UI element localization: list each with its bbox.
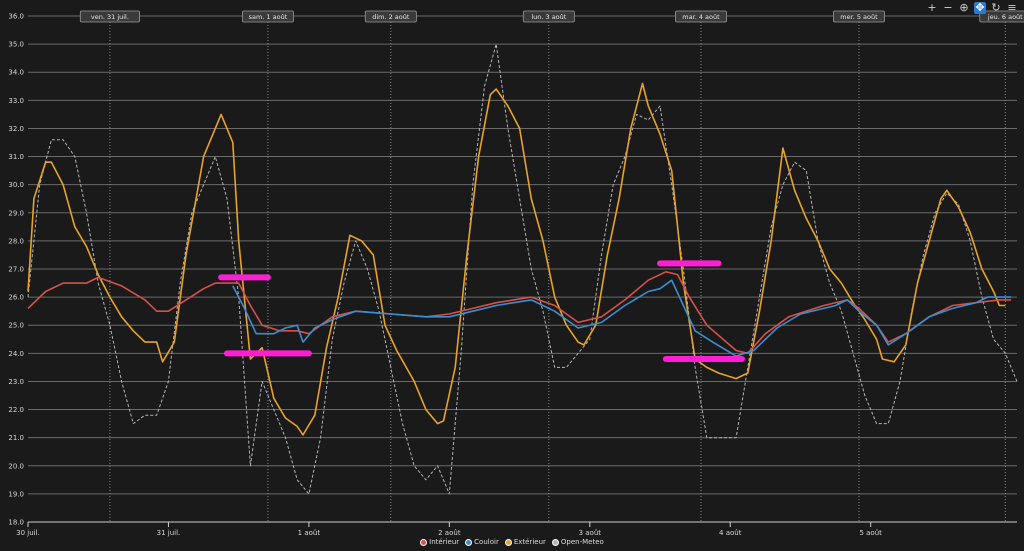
day-marker-label: mer. 5 août — [840, 13, 878, 21]
y-tick-label: 36.0 — [8, 13, 24, 21]
legend-marker — [465, 538, 473, 546]
legend-marker — [504, 538, 512, 546]
legend-label: Intérieur — [429, 538, 460, 546]
y-tick-label: 19.0 — [8, 490, 24, 498]
y-tick-label: 34.0 — [8, 69, 24, 77]
x-tick-label: 2 août — [438, 529, 461, 537]
y-tick-label: 35.0 — [8, 41, 24, 49]
chart-toolbar: + − ⊕ ✥ ↻ ≡ — [926, 2, 1018, 14]
day-markers: ven. 31 juil. sam. 1 août dim. 2 août lun. … — [79, 10, 1024, 522]
y-tick-label: 30.0 — [8, 181, 24, 189]
y-tick-label: 23.0 — [8, 378, 24, 386]
x-tick-label: 3 août — [579, 529, 602, 537]
legend-label: Extérieur — [513, 538, 546, 546]
y-tick-label: 33.0 — [8, 97, 24, 105]
legend-item-open-meteo[interactable]: Open-Meteo — [551, 538, 604, 546]
legend-marker — [420, 538, 428, 546]
y-tick-label: 22.0 — [8, 406, 24, 414]
x-tick-label: 4 août — [719, 529, 742, 537]
menu-icon[interactable]: ≡ — [1006, 2, 1018, 14]
zoom-in-icon[interactable]: + — [926, 2, 938, 14]
y-tick-label: 29.0 — [8, 209, 24, 217]
legend-item-exterieur[interactable]: Extérieur — [504, 538, 546, 546]
day-marker-label: mar. 4 août — [682, 13, 720, 21]
y-tick-label: 28.0 — [8, 237, 24, 245]
x-tick-label: 1 août — [298, 529, 321, 537]
y-tick-label: 20.0 — [8, 462, 24, 470]
series-line-int-rieur — [27, 271, 1012, 355]
zoom-icon[interactable]: ⊕ — [958, 2, 970, 14]
axes: 18.0 19.0 20.0 21.0 22.0 23.0 24.0 25.0 26.0 27.0… — [8, 13, 882, 538]
grid — [28, 15, 1017, 523]
day-marker-label: sam. 1 août — [249, 13, 288, 21]
chart-legend: Intérieur Couloir Extérieur Open-Meteo — [0, 538, 1024, 546]
legend-item-couloir[interactable]: Couloir — [465, 538, 499, 546]
y-tick-label: 25.0 — [8, 322, 24, 330]
y-tick-label: 26.0 — [8, 294, 24, 302]
legend-marker — [551, 538, 559, 546]
legend-item-interieur[interactable]: Intérieur — [420, 538, 459, 546]
legend-label: Open-Meteo — [560, 538, 604, 546]
day-marker-label: lun. 3 août — [531, 13, 566, 21]
y-tick-label: 27.0 — [8, 266, 24, 274]
y-tick-label: 31.0 — [8, 153, 24, 161]
series-line-couloir — [232, 279, 1012, 357]
highlight-markers — [218, 260, 745, 362]
day-marker-label: dim. 2 août — [372, 13, 410, 21]
reset-zoom-icon[interactable]: ↻ — [990, 2, 1002, 14]
y-tick-label: 21.0 — [8, 434, 24, 442]
x-tick-label: 31 juil. — [157, 529, 181, 537]
y-tick-label: 18.0 — [8, 519, 24, 527]
x-tick-label: 5 août — [859, 529, 882, 537]
day-marker-label: jeu. 6 août — [987, 13, 1023, 21]
day-marker-label: ven. 31 juil. — [91, 13, 129, 21]
zoom-out-icon[interactable]: − — [942, 2, 954, 14]
legend-label: Couloir — [474, 538, 499, 546]
x-tick-label: 30 juil. — [16, 529, 40, 537]
temperature-chart[interactable]: ven. 31 juil. sam. 1 août dim. 2 août lun. … — [0, 0, 1024, 551]
y-tick-label: 32.0 — [8, 125, 24, 133]
y-tick-label: 24.0 — [8, 350, 24, 358]
pan-icon[interactable]: ✥ — [974, 2, 986, 14]
